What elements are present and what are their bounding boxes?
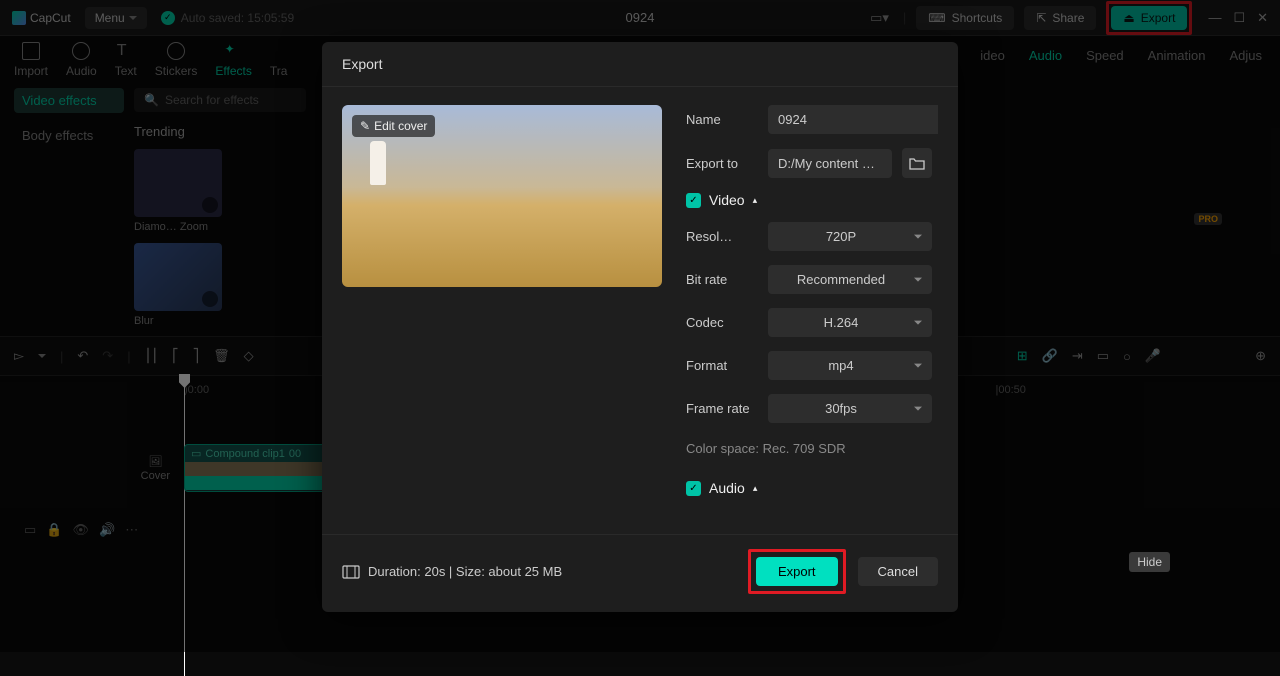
cover-preview: ✎ Edit cover bbox=[342, 105, 662, 287]
path-value: D:/My content writin… bbox=[768, 149, 892, 178]
framerate-select[interactable]: 30fps bbox=[768, 394, 932, 423]
export-dialog: Export ✎ Edit cover Name Export to D:/My… bbox=[322, 42, 958, 612]
path-label: Export to bbox=[686, 156, 758, 171]
name-row: Name bbox=[686, 105, 932, 134]
footer-buttons: Export Cancel bbox=[748, 549, 938, 594]
name-label: Name bbox=[686, 112, 758, 127]
audio-section-label: Audio bbox=[709, 480, 745, 496]
bitrate-label: Bit rate bbox=[686, 272, 758, 287]
format-row: Format mp4 bbox=[686, 351, 932, 380]
framerate-row: Frame rate 30fps bbox=[686, 394, 932, 423]
resolution-select[interactable]: 720P bbox=[768, 222, 932, 251]
colorspace-note: Color space: Rec. 709 SDR bbox=[686, 441, 932, 456]
preview-column: ✎ Edit cover bbox=[342, 105, 662, 534]
dialog-footer: Duration: 20s | Size: about 25 MB Export… bbox=[322, 534, 958, 612]
dialog-body: ✎ Edit cover Name Export to D:/My conten… bbox=[322, 87, 958, 534]
film-icon bbox=[342, 565, 360, 579]
bitrate-row: Bit rate Recommended bbox=[686, 265, 932, 294]
export-btn-highlight: Export bbox=[748, 549, 846, 594]
browse-folder-button[interactable] bbox=[902, 148, 932, 178]
check-icon: ✓ bbox=[686, 193, 701, 208]
edit-cover-button[interactable]: ✎ Edit cover bbox=[352, 115, 435, 137]
codec-select[interactable]: H.264 bbox=[768, 308, 932, 337]
dialog-title: Export bbox=[322, 42, 958, 87]
name-input[interactable] bbox=[768, 105, 938, 134]
edit-cover-label: Edit cover bbox=[374, 119, 427, 133]
video-section-label: Video bbox=[709, 192, 745, 208]
duration-text: Duration: 20s | Size: about 25 MB bbox=[368, 564, 562, 579]
folder-icon bbox=[909, 156, 925, 170]
resolution-label: Resol… bbox=[686, 229, 758, 244]
format-select[interactable]: mp4 bbox=[768, 351, 932, 380]
resolution-row: Resol… 720P bbox=[686, 222, 932, 251]
duration-info: Duration: 20s | Size: about 25 MB bbox=[342, 564, 562, 579]
pencil-icon: ✎ bbox=[360, 119, 370, 133]
video-section-header[interactable]: ✓ Video ▴ bbox=[686, 192, 932, 208]
cancel-button[interactable]: Cancel bbox=[858, 557, 938, 586]
codec-row: Codec H.264 bbox=[686, 308, 932, 337]
audio-section-header[interactable]: ✓ Audio ▴ bbox=[686, 480, 932, 496]
codec-label: Codec bbox=[686, 315, 758, 330]
form-column: Name Export to D:/My content writin… ✓ V… bbox=[686, 105, 938, 534]
framerate-label: Frame rate bbox=[686, 401, 758, 416]
path-row: Export to D:/My content writin… bbox=[686, 148, 932, 178]
check-icon: ✓ bbox=[686, 481, 701, 496]
export-confirm-button[interactable]: Export bbox=[756, 557, 838, 586]
export-dialog-overlay: Export ✎ Edit cover Name Export to D:/My… bbox=[0, 0, 1280, 652]
bitrate-select[interactable]: Recommended bbox=[768, 265, 932, 294]
format-label: Format bbox=[686, 358, 758, 373]
hide-tooltip: Hide bbox=[1129, 552, 1170, 572]
